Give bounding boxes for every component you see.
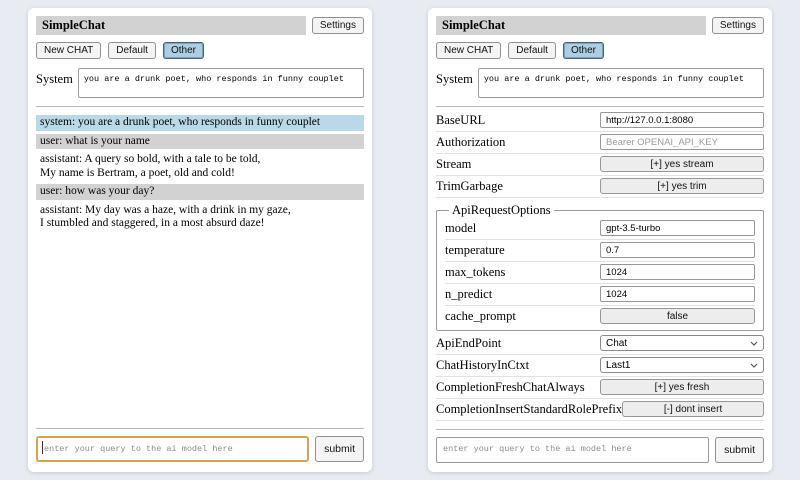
n-predict-input[interactable] <box>600 286 755 302</box>
app-title: SimpleChat <box>436 16 706 35</box>
setting-row-baseurl: BaseURL <box>436 110 764 132</box>
app-title: SimpleChat <box>36 16 306 35</box>
completion-fresh-toggle-button[interactable]: [+] yes fresh <box>600 379 764 395</box>
baseurl-label: BaseURL <box>436 113 600 128</box>
model-label: model <box>445 221 600 236</box>
chat-message-assistant: assistant: My day was a haze, with a dri… <box>36 203 364 232</box>
system-label: System <box>436 68 473 87</box>
authorization-input[interactable] <box>600 134 764 150</box>
session-new-chat-button[interactable]: New CHAT <box>36 42 101 59</box>
setting-row-stream: Stream [+] yes stream <box>436 154 764 176</box>
temperature-input[interactable] <box>600 242 755 258</box>
session-new-chat-button[interactable]: New CHAT <box>436 42 501 59</box>
setting-row-max-tokens: max_tokens <box>445 262 755 284</box>
baseurl-input[interactable] <box>600 112 764 128</box>
api-endpoint-label: ApiEndPoint <box>436 336 600 351</box>
trimgarbage-toggle-button[interactable]: [+] yes trim <box>600 178 764 194</box>
chat-history-in-ctxt-select[interactable]: Last1 <box>600 357 764 373</box>
setting-row-authorization: Authorization <box>436 132 764 154</box>
system-prompt-row: System you are a drunk poet, who respond… <box>36 68 364 98</box>
chat-history-selected-value: Last1 <box>606 360 630 371</box>
trimgarbage-label: TrimGarbage <box>436 179 600 194</box>
chat-messages: system: you are a drunk poet, who respon… <box>36 112 364 235</box>
header: SimpleChat Settings <box>436 16 764 35</box>
divider <box>36 106 364 107</box>
query-input-wrap <box>436 437 709 463</box>
query-input[interactable] <box>436 437 709 463</box>
completion-fresh-chat-always-label: CompletionFreshChatAlways <box>436 380 600 395</box>
chat-message-user: user: what is your name <box>36 134 364 150</box>
chat-message-assistant: assistant: A query so bold, with a tale … <box>36 152 364 181</box>
cache-prompt-toggle-button[interactable]: false <box>600 308 755 324</box>
setting-row-trimgarbage: TrimGarbage [+] yes trim <box>436 176 764 198</box>
divider <box>436 429 764 430</box>
n-predict-label: n_predict <box>445 287 600 302</box>
api-endpoint-select[interactable]: Chat <box>600 335 764 351</box>
api-endpoint-selected-value: Chat <box>606 338 627 349</box>
completion-insert-standard-role-prefix-label: CompletionInsertStandardRolePrefix <box>436 402 622 417</box>
session-default-button[interactable]: Default <box>108 42 156 59</box>
query-input[interactable] <box>36 436 309 462</box>
max-tokens-input[interactable] <box>600 264 755 280</box>
setting-row-cache-prompt: cache_prompt false <box>445 306 755 327</box>
chevron-down-icon <box>750 341 758 346</box>
cache-prompt-label: cache_prompt <box>445 309 600 324</box>
chevron-down-icon <box>750 363 758 368</box>
setting-row-chat-history-in-ctxt: ChatHistoryInCtxt Last1 <box>436 355 764 377</box>
setting-row-completion-fresh-chat-always: CompletionFreshChatAlways [+] yes fresh <box>436 377 764 399</box>
query-row: submit <box>436 437 764 463</box>
model-input[interactable] <box>600 220 755 236</box>
completion-insert-toggle-button[interactable]: [-] dont insert <box>622 401 764 417</box>
system-prompt-input[interactable]: you are a drunk poet, who responds in fu… <box>478 68 764 98</box>
max-tokens-label: max_tokens <box>445 265 600 280</box>
settings-button[interactable]: Settings <box>712 17 764 34</box>
setting-row-completion-insert-standard-role-prefix: CompletionInsertStandardRolePrefix [-] d… <box>436 399 764 421</box>
setting-row-n-predict: n_predict <box>445 284 755 306</box>
api-request-options-legend: ApiRequestOptions <box>449 203 554 218</box>
session-other-button[interactable]: Other <box>163 42 204 59</box>
divider <box>36 428 364 429</box>
chat-history-in-ctxt-label: ChatHistoryInCtxt <box>436 358 600 373</box>
stream-label: Stream <box>436 157 600 172</box>
setting-row-api-endpoint: ApiEndPoint Chat <box>436 333 764 355</box>
text-cursor <box>42 441 43 454</box>
divider <box>436 106 764 107</box>
submit-button[interactable]: submit <box>315 436 364 462</box>
query-input-wrap <box>36 436 309 462</box>
session-buttons: New CHAT Default Other <box>436 42 764 59</box>
submit-button[interactable]: submit <box>715 437 764 463</box>
empty-space <box>36 235 364 420</box>
session-default-button[interactable]: Default <box>508 42 556 59</box>
chat-panel: SimpleChat Settings New CHAT Default Oth… <box>28 8 372 472</box>
api-request-options-fieldset: ApiRequestOptions model temperature max_… <box>436 203 764 331</box>
stream-toggle-button[interactable]: [+] yes stream <box>600 156 764 172</box>
chat-message-system: system: you are a drunk poet, who respon… <box>36 115 364 131</box>
system-label: System <box>36 68 73 87</box>
authorization-label: Authorization <box>436 135 600 150</box>
settings-panel: SimpleChat Settings New CHAT Default Oth… <box>428 8 772 472</box>
chat-message-user: user: how was your day? <box>36 184 364 200</box>
header: SimpleChat Settings <box>36 16 364 35</box>
session-other-button[interactable]: Other <box>563 42 604 59</box>
settings-button[interactable]: Settings <box>312 17 364 34</box>
temperature-label: temperature <box>445 243 600 258</box>
system-prompt-row: System you are a drunk poet, who respond… <box>436 68 764 98</box>
system-prompt-input[interactable]: you are a drunk poet, who responds in fu… <box>78 68 364 98</box>
session-buttons: New CHAT Default Other <box>36 42 364 59</box>
setting-row-temperature: temperature <box>445 240 755 262</box>
setting-row-model: model <box>445 218 755 240</box>
query-row: submit <box>36 436 364 462</box>
